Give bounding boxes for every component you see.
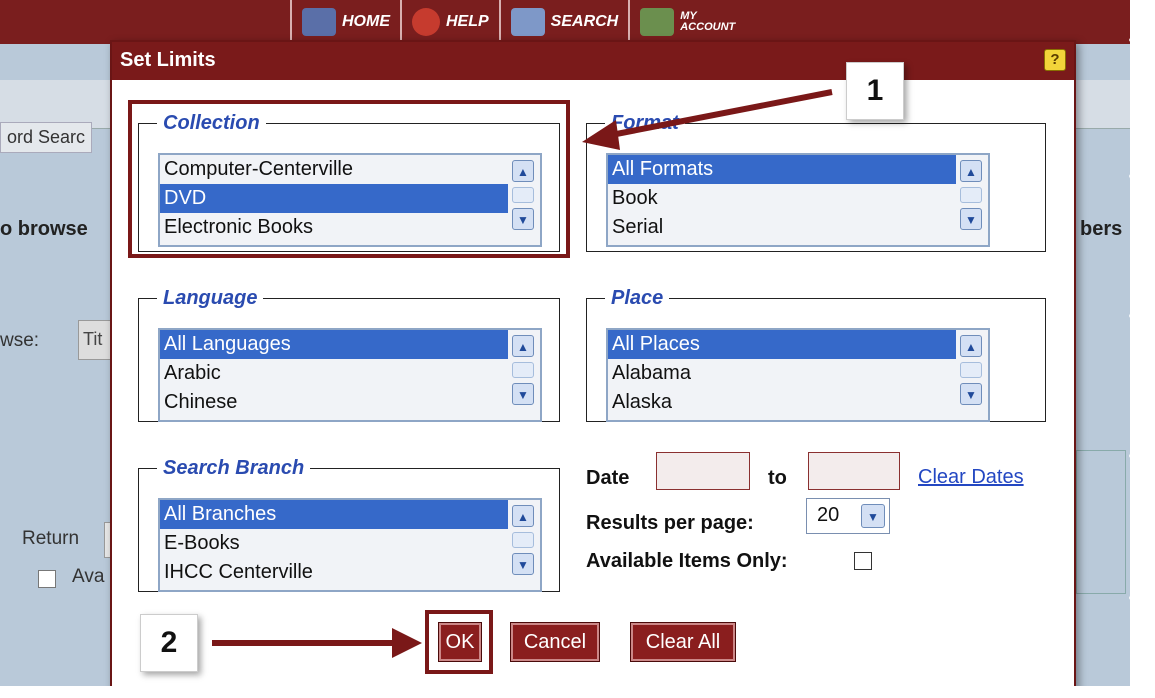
- place-legend: Place: [611, 287, 664, 309]
- format-option[interactable]: Book: [608, 184, 956, 213]
- available-only-checkbox[interactable]: [854, 552, 872, 570]
- format-option[interactable]: Serial: [608, 213, 956, 242]
- nav-help[interactable]: HELP: [400, 0, 499, 44]
- scroll-up-icon[interactable]: ▲: [512, 505, 534, 527]
- results-per-page-label: Results per page:: [586, 512, 754, 534]
- available-checkbox-bg[interactable]: [38, 570, 56, 588]
- branch-option[interactable]: IHCC Centerville: [160, 558, 508, 587]
- home-icon: [302, 8, 336, 36]
- date-to-input[interactable]: [808, 452, 900, 490]
- nav-account[interactable]: MY ACCOUNT: [628, 0, 745, 44]
- scroll-up-icon[interactable]: ▲: [512, 335, 534, 357]
- scroll-down-icon[interactable]: ▼: [960, 383, 982, 405]
- scrollbar[interactable]: ▲ ▼: [956, 157, 986, 243]
- nav-account-line2: ACCOUNT: [680, 21, 736, 33]
- format-listbox[interactable]: All Formats Book Serial ▲ ▼: [606, 153, 990, 247]
- language-legend: Language: [163, 287, 258, 309]
- scroll-up-icon[interactable]: ▲: [960, 160, 982, 182]
- top-nav: HOME HELP SEARCH MY ACCOUNT: [290, 0, 745, 44]
- nav-home[interactable]: HOME: [290, 0, 400, 44]
- available-label-bg: Ava: [72, 566, 105, 587]
- language-listbox[interactable]: All Languages Arabic Chinese ▲ ▼: [158, 328, 542, 422]
- scrollbar[interactable]: ▲ ▼: [508, 332, 538, 418]
- step-1-callout: 1: [846, 62, 904, 120]
- language-option[interactable]: Chinese: [160, 388, 508, 417]
- place-listbox[interactable]: All Places Alabama Alaska ▲ ▼: [606, 328, 990, 422]
- scroll-thumb[interactable]: [960, 362, 982, 378]
- search-icon: [510, 8, 545, 36]
- format-legend: Format: [611, 112, 679, 134]
- branch-option[interactable]: E-Books: [160, 529, 508, 558]
- account-icon: [640, 8, 675, 36]
- format-group: Format All Formats Book Serial ▲ ▼: [586, 112, 1046, 252]
- dialog-title: Set Limits: [120, 49, 216, 71]
- nav-search[interactable]: SEARCH: [498, 0, 629, 44]
- format-option-selected[interactable]: All Formats: [608, 155, 956, 184]
- scrollbar[interactable]: ▲ ▼: [508, 502, 538, 588]
- results-per-page-value: 20: [817, 504, 840, 526]
- branch-listbox[interactable]: All Branches E-Books IHCC Centerville ▲ …: [158, 498, 542, 592]
- place-option-selected[interactable]: All Places: [608, 330, 956, 359]
- available-only-label: Available Items Only:: [586, 550, 788, 572]
- top-nav-bar: HOME HELP SEARCH MY ACCOUNT: [0, 0, 1130, 44]
- date-label: Date: [586, 467, 630, 489]
- help-icon: [412, 8, 440, 36]
- language-option[interactable]: Arabic: [160, 359, 508, 388]
- scroll-thumb[interactable]: [512, 532, 534, 548]
- scroll-down-icon[interactable]: ▼: [512, 553, 534, 575]
- place-option[interactable]: Alabama: [608, 359, 956, 388]
- scroll-down-icon[interactable]: ▼: [512, 383, 534, 405]
- scroll-down-icon[interactable]: ▼: [960, 208, 982, 230]
- language-option-selected[interactable]: All Languages: [160, 330, 508, 359]
- place-option[interactable]: Alaska: [608, 388, 956, 417]
- scroll-thumb[interactable]: [512, 362, 534, 378]
- nav-help-label: HELP: [446, 13, 489, 30]
- scroll-thumb[interactable]: [960, 187, 982, 203]
- branch-group: Search Branch All Branches E-Books IHCC …: [138, 457, 560, 592]
- browse-heading: o browse: [0, 218, 88, 240]
- to-label: to: [768, 467, 787, 489]
- nav-search-label: SEARCH: [550, 13, 619, 30]
- results-per-page-select[interactable]: 20 ▼: [806, 498, 890, 534]
- language-group: Language All Languages Arabic Chinese ▲ …: [138, 287, 560, 422]
- place-group: Place All Places Alabama Alaska ▲ ▼: [586, 287, 1046, 422]
- clear-dates-link[interactable]: Clear Dates: [918, 466, 1024, 489]
- scrollbar[interactable]: ▲ ▼: [956, 332, 986, 418]
- cancel-button[interactable]: Cancel: [510, 622, 600, 662]
- step-2-callout: 2: [140, 614, 198, 672]
- dialog-titlebar: Set Limits ?: [112, 42, 1074, 80]
- date-from-input[interactable]: [656, 452, 750, 490]
- torn-edge: [1129, 0, 1155, 698]
- collection-highlight: [128, 100, 570, 258]
- bottom-edge: [0, 686, 1155, 698]
- clear-all-button[interactable]: Clear All: [630, 622, 736, 662]
- browse-by-label: wse:: [0, 330, 40, 351]
- chevron-down-icon[interactable]: ▼: [861, 504, 885, 528]
- nav-home-label: HOME: [342, 13, 390, 30]
- return-label: Return: [22, 528, 80, 549]
- branch-legend: Search Branch: [163, 457, 305, 479]
- help-icon[interactable]: ?: [1044, 49, 1066, 71]
- scroll-up-icon[interactable]: ▲: [960, 335, 982, 357]
- tab-keyword-search[interactable]: ord Searc: [0, 122, 93, 153]
- ok-highlight: [425, 610, 493, 674]
- branch-option-selected[interactable]: All Branches: [160, 500, 508, 529]
